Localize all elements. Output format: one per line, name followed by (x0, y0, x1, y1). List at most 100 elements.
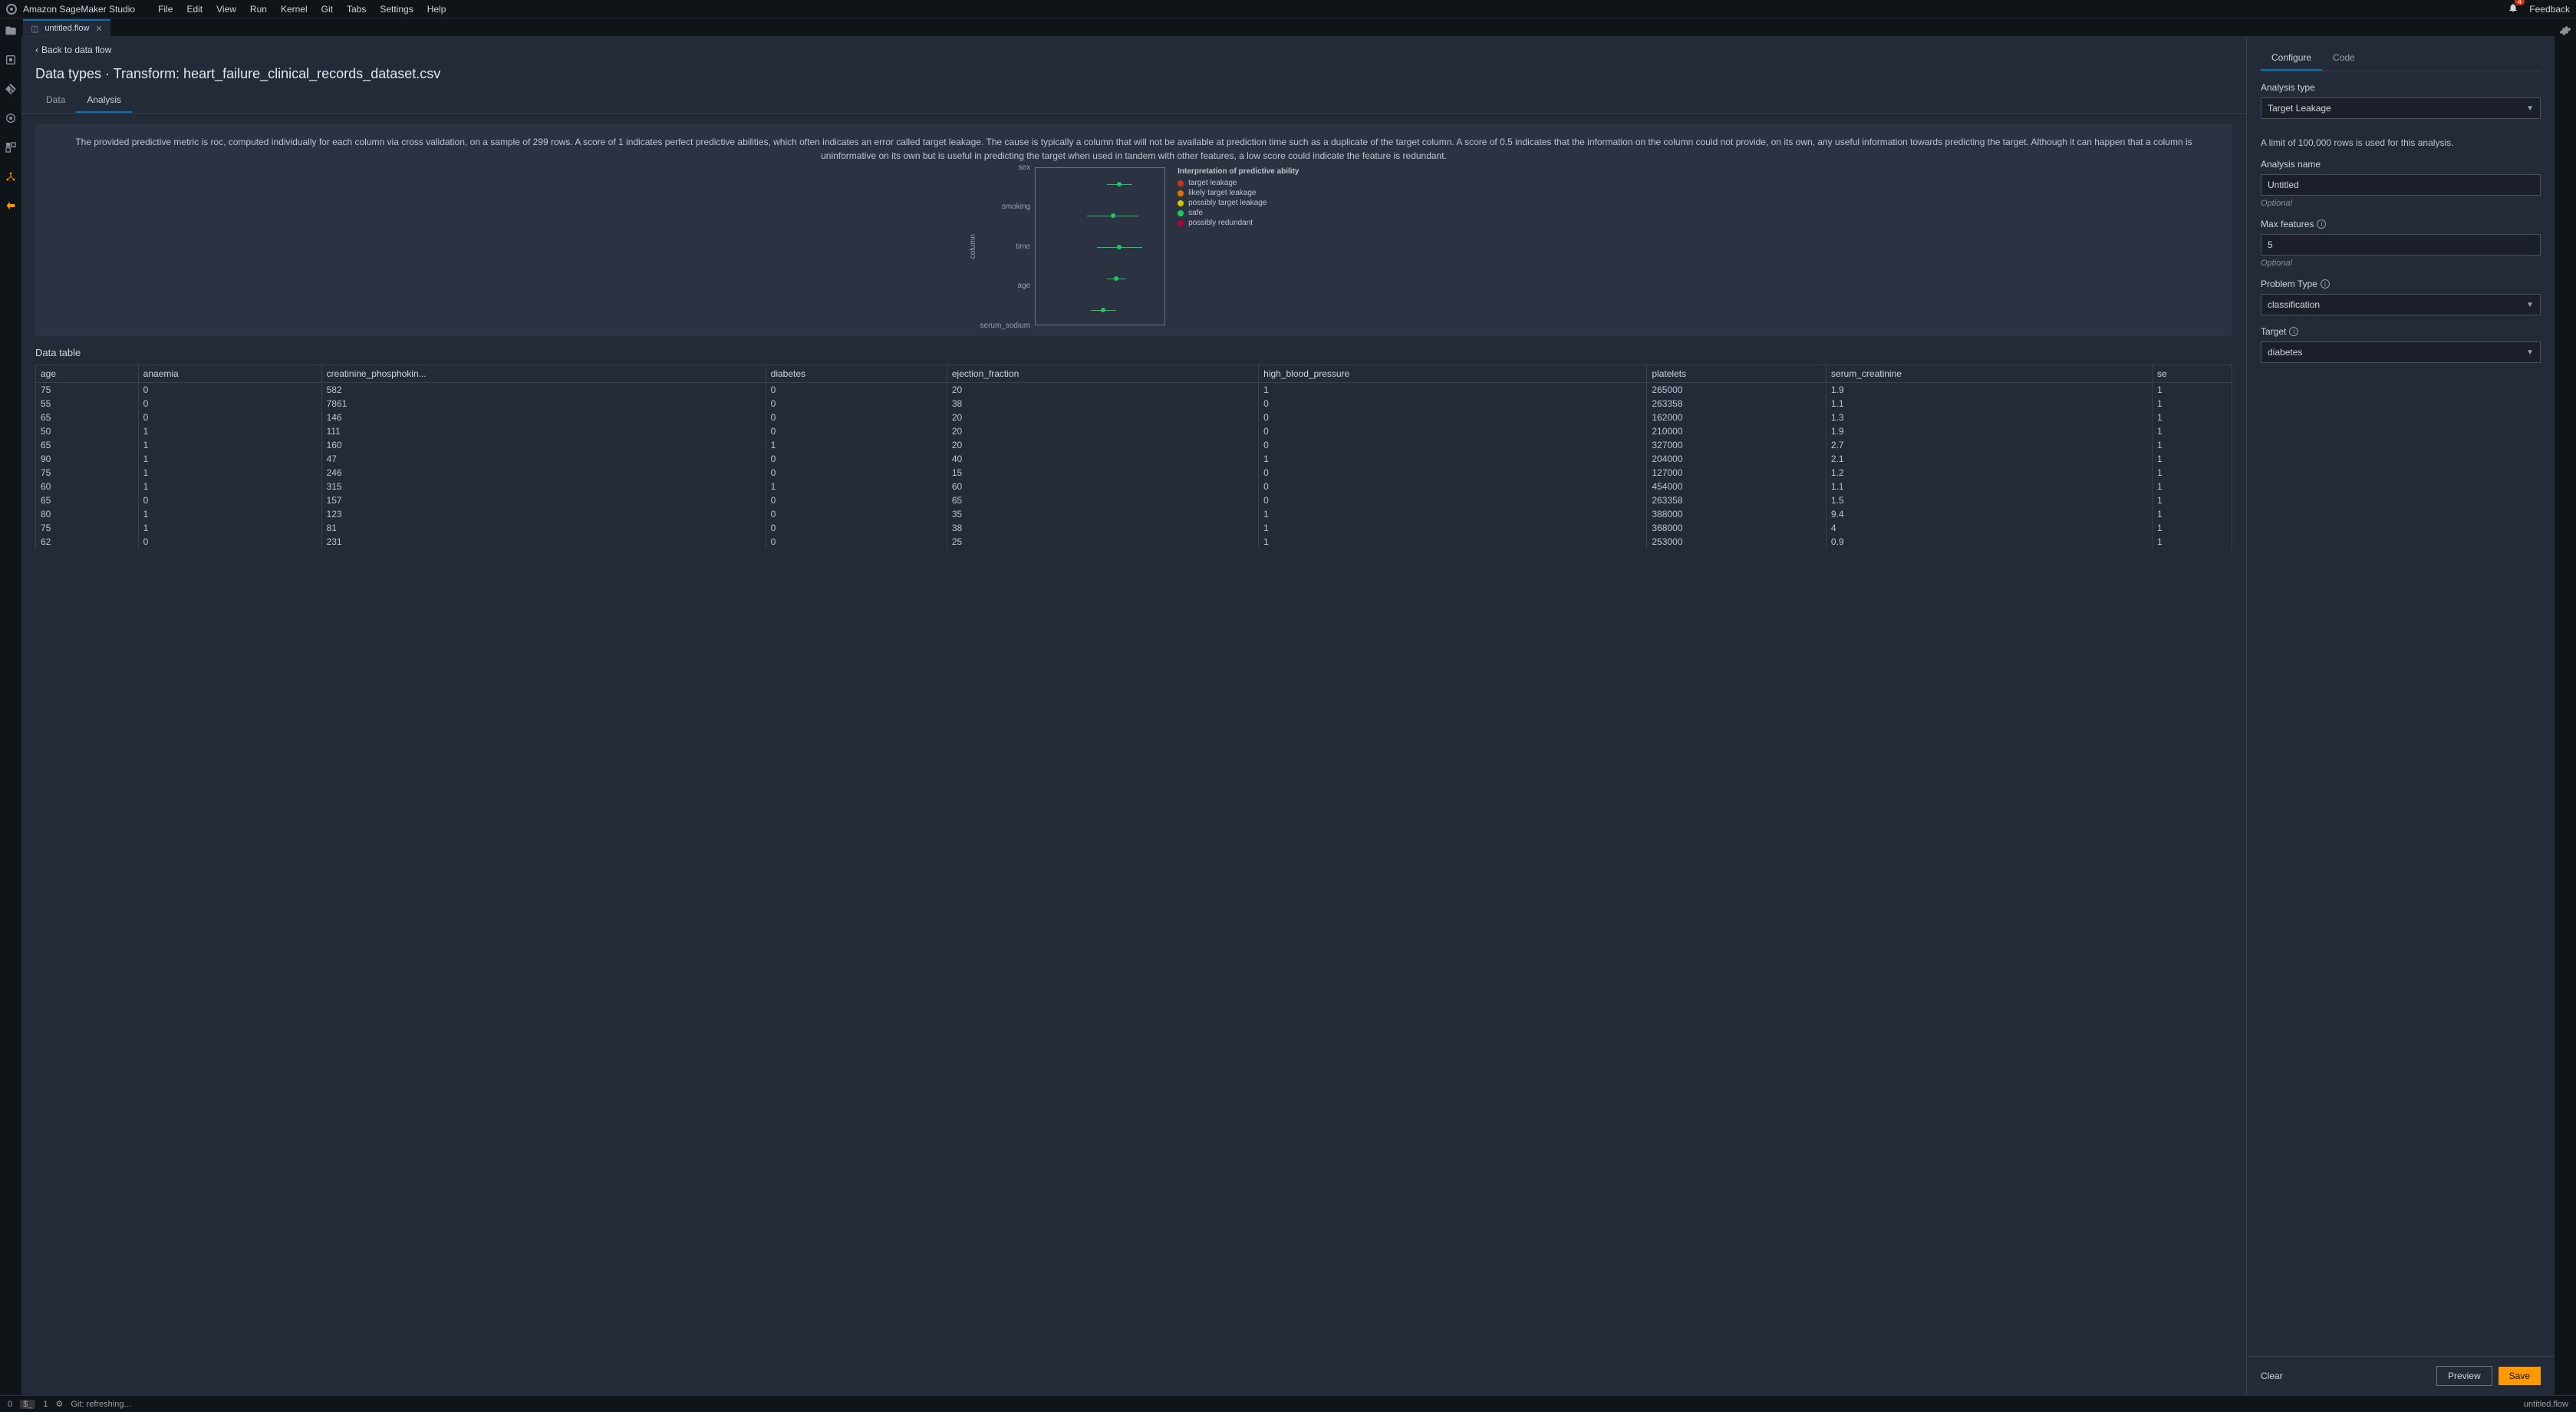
feedback-link[interactable]: Feedback (2529, 4, 2570, 15)
max-features-input[interactable]: 5 (2261, 234, 2541, 256)
tab-untitled-flow[interactable]: ◫ untitled.flow ✕ (23, 19, 110, 36)
page-title: Data types · Transform: heart_failure_cl… (21, 61, 2246, 90)
menu-help[interactable]: Help (427, 4, 446, 15)
chevron-down-icon: ▼ (2526, 104, 2534, 113)
analysis-name-input[interactable]: Untitled (2261, 174, 2541, 196)
chart-point (1036, 278, 1164, 279)
table-row[interactable]: 550786103802633581.11 (36, 397, 2232, 411)
app-title: Amazon SageMaker Studio (23, 4, 135, 15)
analysis-panel: The provided predictive metric is roc, c… (35, 124, 2232, 336)
column-header[interactable]: creatinine_phosphokin... (321, 365, 766, 383)
menu-settings[interactable]: Settings (380, 4, 413, 15)
target-label: Targeti (2261, 326, 2541, 337)
menu-edit[interactable]: Edit (186, 4, 203, 15)
gear-icon[interactable] (2559, 25, 2571, 37)
menu-view[interactable]: View (216, 4, 236, 15)
commands-icon[interactable] (5, 112, 17, 124)
extensions-icon[interactable] (5, 141, 17, 153)
optional-label: Optional (2261, 199, 2541, 208)
column-header[interactable]: high_blood_pressure (1259, 365, 1647, 383)
column-header[interactable]: ejection_fraction (947, 365, 1258, 383)
notification-badge: 4 (2515, 0, 2525, 5)
running-icon[interactable] (5, 54, 17, 66)
tab-bar: ◫ untitled.flow ✕ (21, 18, 2555, 37)
table-row[interactable]: 80112303513880009.41 (36, 507, 2232, 521)
table-row[interactable]: 75124601501270001.21 (36, 466, 2232, 480)
table-row[interactable]: 65116012003270002.71 (36, 438, 2232, 452)
table-row[interactable]: 65014602001620001.31 (36, 411, 2232, 424)
legend-item: target leakage (1178, 179, 1299, 187)
legend-item: possibly redundant (1178, 219, 1299, 227)
subtabs: Data Analysis (21, 90, 2246, 114)
chart-ylabel: column (969, 234, 977, 259)
tab-code[interactable]: Code (2322, 48, 2366, 71)
folder-icon[interactable] (5, 25, 17, 37)
tab-analysis[interactable]: Analysis (76, 90, 132, 113)
right-rail (2555, 18, 2576, 1395)
terminal-indicator[interactable]: $_ (20, 1400, 35, 1409)
clear-button[interactable]: Clear (2261, 1371, 2283, 1381)
table-row[interactable]: 75058202012650001.91 (36, 383, 2232, 398)
status-zero[interactable]: 0 (8, 1400, 12, 1409)
predictive-chart: column sexsmokingtimeageserum_sodium (969, 167, 1166, 325)
info-icon[interactable]: i (2317, 219, 2326, 229)
legend-title: Interpretation of predictive ability (1178, 167, 1299, 176)
config-panel: Configure Code Analysis type Target Leak… (2246, 37, 2555, 1395)
column-header[interactable]: se (2153, 365, 2232, 383)
close-icon[interactable]: ✕ (96, 24, 103, 34)
analysis-type-select[interactable]: Target Leakage ▼ (2261, 97, 2541, 119)
status-one[interactable]: 1 (43, 1400, 48, 1409)
max-features-label: Max featuresi (2261, 219, 2541, 229)
info-icon[interactable]: i (2321, 279, 2330, 289)
problem-type-label: Problem Typei (2261, 279, 2541, 289)
table-row[interactable]: 62023102512530000.91 (36, 535, 2232, 549)
topbar: Amazon SageMaker Studio File Edit View R… (0, 0, 2576, 18)
table-row[interactable]: 75181038136800041 (36, 521, 2232, 535)
table-row[interactable]: 50111102002100001.91 (36, 424, 2232, 438)
table-row[interactable]: 65015706502633581.51 (36, 493, 2232, 507)
table-title: Data table (35, 347, 2232, 358)
chevron-left-icon: ‹ (35, 45, 38, 55)
legend-item: possibly target leakage (1178, 199, 1299, 207)
chevron-down-icon: ▼ (2526, 348, 2534, 357)
info-icon[interactable]: i (2289, 327, 2298, 336)
chart-point (1036, 183, 1164, 185)
chevron-down-icon: ▼ (2526, 301, 2534, 309)
left-rail (0, 18, 21, 1395)
analysis-type-label: Analysis type (2261, 82, 2541, 93)
endpoints-icon[interactable] (5, 170, 17, 183)
analysis-name-label: Analysis name (2261, 159, 2541, 170)
column-header[interactable]: anaemia (138, 365, 321, 383)
row-limit-note: A limit of 100,000 rows is used for this… (2261, 137, 2541, 148)
column-header[interactable]: age (36, 365, 139, 383)
back-link[interactable]: ‹ Back to data flow (21, 45, 2246, 61)
menu-tabs[interactable]: Tabs (347, 4, 366, 15)
column-header[interactable]: diabetes (766, 365, 947, 383)
status-bar: 0 $_ 1 ⚙ Git: refreshing... untitled.flo… (0, 1395, 2576, 1412)
target-select[interactable]: diabetes ▼ (2261, 341, 2541, 363)
notifications-button[interactable]: 4 (2508, 2, 2518, 15)
app-logo-icon (6, 4, 17, 15)
table-row[interactable]: 9014704012040002.11 (36, 452, 2232, 466)
problem-type-select[interactable]: classification ▼ (2261, 294, 2541, 315)
menu-run[interactable]: Run (250, 4, 267, 15)
analysis-description: The provided predictive metric is roc, c… (49, 135, 2219, 163)
tab-configure[interactable]: Configure (2261, 48, 2322, 71)
column-header[interactable]: platelets (1647, 365, 1827, 383)
tab-data[interactable]: Data (35, 90, 76, 113)
menu-file[interactable]: File (158, 4, 173, 15)
data-table[interactable]: ageanaemiacreatinine_phosphokin...diabet… (35, 365, 2232, 1395)
git-icon[interactable] (5, 83, 17, 95)
save-button[interactable]: Save (2499, 1367, 2541, 1385)
components-icon[interactable] (5, 200, 17, 212)
menu-kernel[interactable]: Kernel (281, 4, 308, 15)
column-header[interactable]: serum_creatinine (1826, 365, 2152, 383)
chart-point (1036, 246, 1164, 248)
git-status[interactable]: Git: refreshing... (71, 1400, 130, 1409)
chart-legend: Interpretation of predictive ability tar… (1178, 167, 1299, 325)
status-gear-icon[interactable]: ⚙ (56, 1399, 64, 1409)
table-row[interactable]: 60131516004540001.11 (36, 480, 2232, 493)
preview-button[interactable]: Preview (2436, 1366, 2492, 1386)
flow-icon: ◫ (31, 24, 38, 34)
menu-git[interactable]: Git (321, 4, 333, 15)
